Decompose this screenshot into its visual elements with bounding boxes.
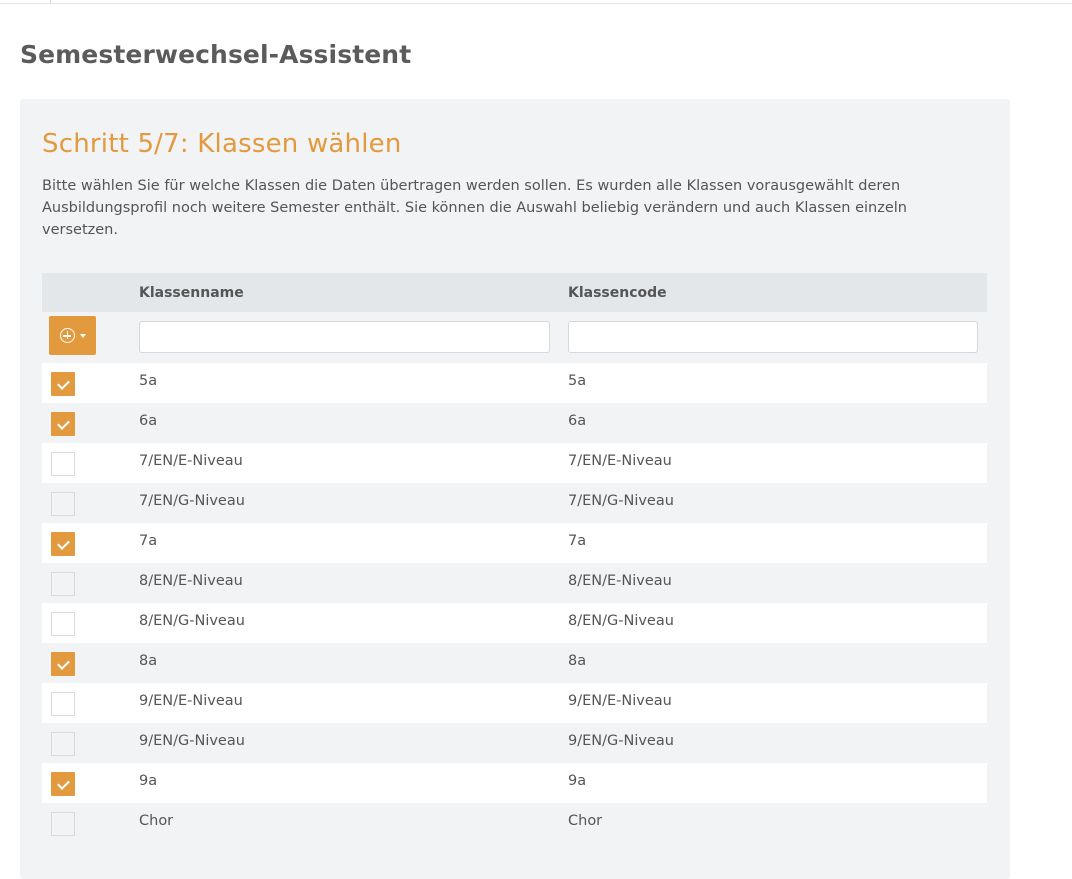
cell-klassenname: Chor xyxy=(139,813,174,829)
table-header: Klassenname Klassencode xyxy=(42,273,987,312)
cell-klassencode: 8/EN/G-Niveau xyxy=(568,613,674,629)
table-row[interactable]: 9/EN/G-Niveau 9/EN/G-Niveau xyxy=(42,723,987,763)
table-row[interactable]: 9/EN/E-Niveau 9/EN/E-Niveau xyxy=(42,683,987,723)
cell-klassencode: 9/EN/E-Niveau xyxy=(568,693,672,709)
page-title: Semesterwechsel-Assistent xyxy=(20,40,412,69)
cell-klassencode: 9/EN/G-Niveau xyxy=(568,733,674,749)
table-row[interactable]: 8/EN/E-Niveau 8/EN/E-Niveau xyxy=(42,563,987,603)
cell-klassenname: 8a xyxy=(139,653,158,669)
step-description: Bitte wählen Sie für welche Klassen die … xyxy=(42,178,907,238)
cell-klassenname: 7/EN/G-Niveau xyxy=(139,493,245,509)
row-checkbox[interactable] xyxy=(51,372,75,396)
table-row[interactable]: 7/EN/E-Niveau 7/EN/E-Niveau xyxy=(42,443,987,483)
cell-klassencode: 5a xyxy=(568,373,587,389)
row-checkbox[interactable] xyxy=(51,772,75,796)
table-row[interactable]: 7a 7a xyxy=(42,523,987,563)
row-checkbox[interactable] xyxy=(51,492,75,516)
top-bar xyxy=(0,0,1072,4)
cell-klassenname: 8/EN/E-Niveau xyxy=(139,573,243,589)
table-row[interactable]: 7/EN/G-Niveau 7/EN/G-Niveau xyxy=(42,483,987,523)
table-row[interactable]: 8/EN/G-Niveau 8/EN/G-Niveau xyxy=(42,603,987,643)
chevron-down-icon xyxy=(79,333,86,338)
wizard-panel: Schritt 5/7: Klassen wählen Bitte wählen… xyxy=(20,99,1010,879)
filter-row xyxy=(42,312,987,363)
column-header-klassencode[interactable]: Klassencode xyxy=(568,285,667,301)
column-header-klassenname[interactable]: Klassenname xyxy=(139,285,244,301)
row-checkbox[interactable] xyxy=(51,692,75,716)
cell-klassencode: 7/EN/G-Niveau xyxy=(568,493,674,509)
table-body: 5a 5a 6a 6a 7/EN/E-Niveau 7/EN/E-Niveau 7/EN/G… xyxy=(42,363,987,843)
cell-klassenname: 5a xyxy=(139,373,158,389)
filter-klassenname-input[interactable] xyxy=(139,321,550,353)
row-checkbox[interactable] xyxy=(51,572,75,596)
table-row[interactable]: 8a 8a xyxy=(42,643,987,683)
cell-klassencode: Chor xyxy=(568,813,603,829)
cell-klassencode: 8a xyxy=(568,653,587,669)
cell-klassencode: 7/EN/E-Niveau xyxy=(568,453,672,469)
cell-klassenname: 7a xyxy=(139,533,158,549)
cell-klassencode: 7a xyxy=(568,533,587,549)
table-row[interactable]: 5a 5a xyxy=(42,363,987,403)
filter-klassencode-input[interactable] xyxy=(568,321,978,353)
cell-klassenname: 9a xyxy=(139,773,158,789)
cell-klassenname: 8/EN/G-Niveau xyxy=(139,613,245,629)
table-row[interactable]: 9a 9a xyxy=(42,763,987,803)
row-checkbox[interactable] xyxy=(51,812,75,836)
cell-klassencode: 6a xyxy=(568,413,587,429)
cell-klassencode: 8/EN/E-Niveau xyxy=(568,573,672,589)
top-bar-divider xyxy=(50,0,51,3)
cell-klassencode: 9a xyxy=(568,773,587,789)
plus-circle-icon xyxy=(59,328,75,343)
table-row[interactable]: Chor Chor xyxy=(42,803,987,843)
cell-klassenname: 6a xyxy=(139,413,158,429)
step-title: Schritt 5/7: Klassen wählen xyxy=(42,129,402,159)
row-checkbox[interactable] xyxy=(51,652,75,676)
table-row[interactable]: 6a 6a xyxy=(42,403,987,443)
row-checkbox[interactable] xyxy=(51,452,75,476)
cell-klassenname: 7/EN/E-Niveau xyxy=(139,453,243,469)
cell-klassenname: 9/EN/G-Niveau xyxy=(139,733,245,749)
row-checkbox[interactable] xyxy=(51,412,75,436)
class-table: Klassenname Klassencode 5a 5a 6a 6a 7/EN/E-N… xyxy=(42,273,987,843)
add-dropdown-button[interactable] xyxy=(49,316,96,355)
row-checkbox[interactable] xyxy=(51,732,75,756)
row-checkbox[interactable] xyxy=(51,532,75,556)
row-checkbox[interactable] xyxy=(51,612,75,636)
cell-klassenname: 9/EN/E-Niveau xyxy=(139,693,243,709)
